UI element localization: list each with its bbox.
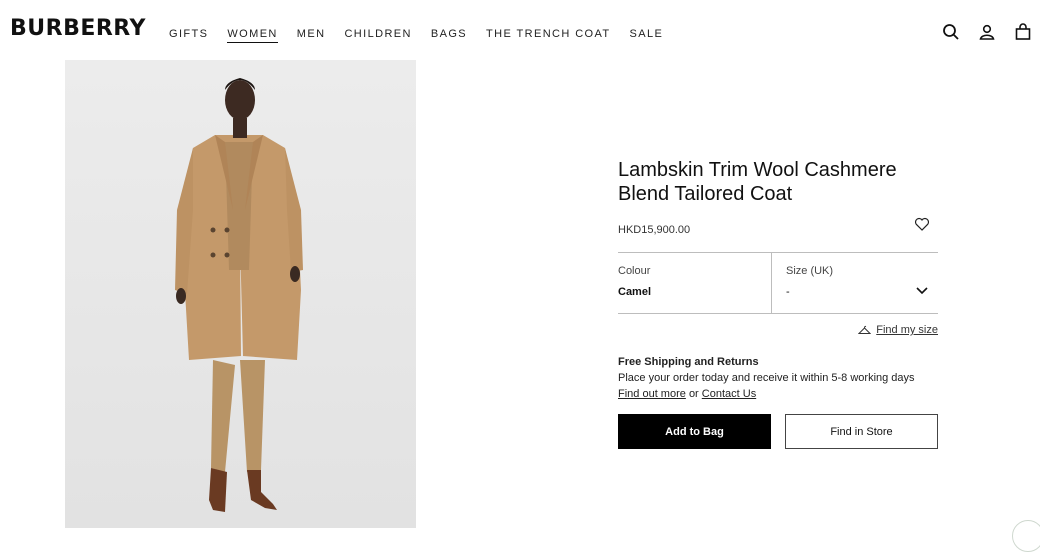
shipping-links: Find out more or Contact Us	[618, 386, 938, 402]
size-label: Size (UK)	[785, 265, 834, 277]
nav-item-women[interactable]: WOMEN	[227, 28, 278, 43]
price-row: HKD15,900.00	[618, 217, 938, 240]
nav-item-men[interactable]: MEN	[297, 28, 326, 43]
chevron-down-icon	[916, 287, 928, 295]
nav-item-trench-coat[interactable]: THE TRENCH COAT	[486, 28, 611, 43]
action-buttons: Add to Bag Find in Store	[618, 414, 938, 449]
account-icon[interactable]	[976, 22, 998, 42]
variant-selectors: Colour Camel Size (UK) -	[618, 252, 938, 314]
brand-logo[interactable]: BURBERRY	[10, 16, 146, 41]
header-icons	[940, 22, 1040, 42]
nav-item-children[interactable]: CHILDREN	[344, 28, 411, 43]
find-in-store-button[interactable]: Find in Store	[785, 414, 938, 449]
nav-item-gifts[interactable]: GIFTS	[169, 28, 208, 43]
find-my-size-link[interactable]: Find my size	[876, 324, 938, 336]
colour-selector: Colour Camel	[618, 253, 772, 313]
find-out-more-link[interactable]: Find out more	[618, 388, 686, 400]
site-header: BURBERRY GIFTS WOMEN MEN CHILDREN BAGS T…	[0, 0, 1040, 60]
nav-item-sale[interactable]: SALE	[630, 28, 664, 43]
colour-label: Colour	[618, 265, 651, 277]
search-icon[interactable]	[940, 22, 962, 42]
product-title: Lambskin Trim Wool Cashmere Blend Tailor…	[618, 159, 897, 205]
shipping-or: or	[688, 388, 699, 400]
find-size-row: Find my size	[618, 324, 938, 336]
shipping-text: Place your order today and receive it wi…	[618, 372, 915, 384]
add-to-bag-button[interactable]: Add to Bag	[618, 414, 771, 449]
heart-icon[interactable]	[914, 216, 930, 232]
colour-value: Camel	[618, 286, 652, 298]
bag-icon[interactable]	[1012, 22, 1034, 42]
nav-item-bags[interactable]: BAGS	[431, 28, 467, 43]
product-price: HKD15,900.00	[618, 224, 691, 236]
chat-button[interactable]	[1012, 520, 1040, 552]
product-image[interactable]	[65, 60, 416, 528]
hanger-icon	[858, 326, 872, 335]
contact-us-link[interactable]: Contact Us	[702, 388, 756, 400]
model-illustration	[175, 78, 303, 512]
product-details: Lambskin Trim Wool Cashmere Blend Tailor…	[618, 158, 938, 449]
main-nav: GIFTS WOMEN MEN CHILDREN BAGS THE TRENCH…	[169, 28, 682, 43]
shipping-info: Free Shipping and Returns Place your ord…	[618, 354, 938, 402]
shipping-title: Free Shipping and Returns	[618, 356, 759, 368]
size-dropdown[interactable]: Size (UK) -	[772, 253, 938, 313]
